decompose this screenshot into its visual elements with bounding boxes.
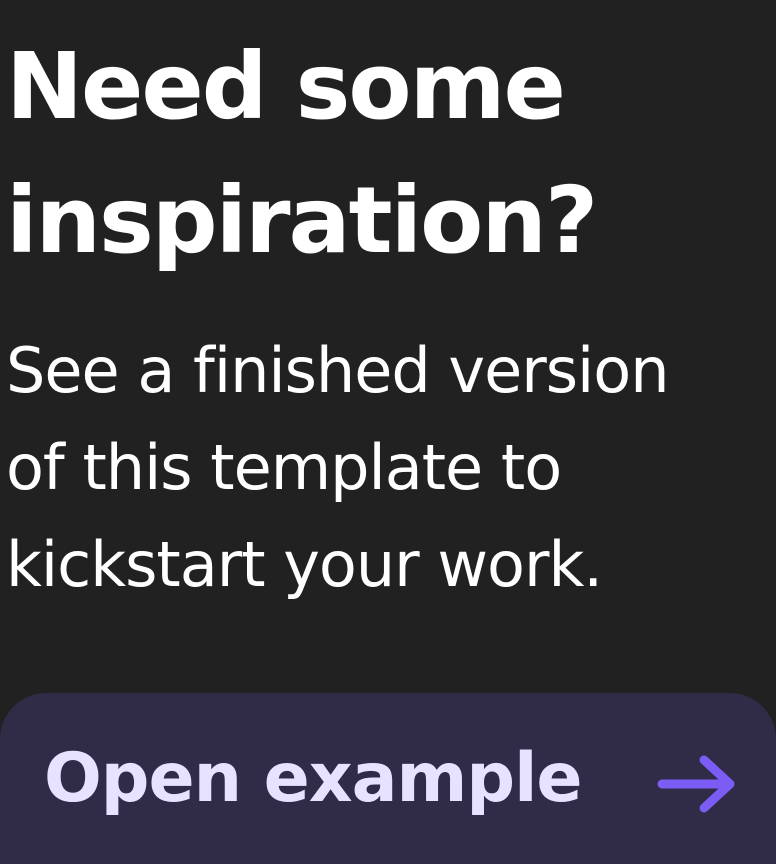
description-line-1: See a finished version — [6, 334, 670, 407]
description-line-2: of this template to — [6, 431, 562, 504]
description-line-3: kickstart your work. — [6, 528, 603, 601]
panel-title: Need some inspiration? — [6, 33, 598, 274]
inspiration-panel: Need some inspiration? See a finished ve… — [0, 0, 776, 864]
panel-description: See a finished version of this template … — [6, 322, 776, 613]
arrow-right-icon[interactable] — [656, 752, 740, 816]
open-example-label: Open example — [44, 739, 583, 818]
